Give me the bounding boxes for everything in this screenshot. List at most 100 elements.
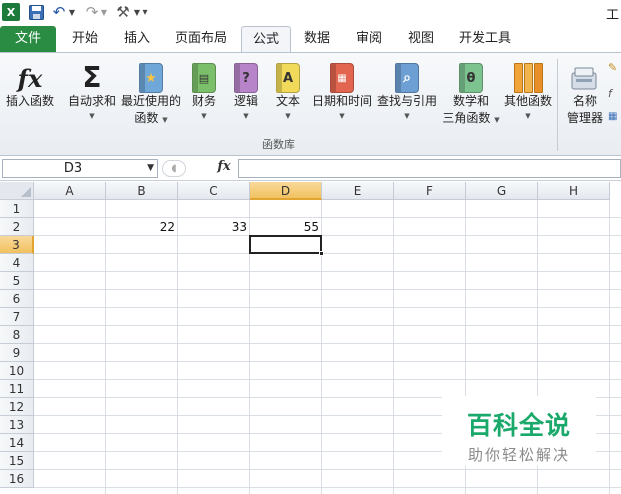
- autosum-button[interactable]: Σ 自动求和 ▼: [64, 57, 120, 122]
- insert-function-button[interactable]: fx 插入函数: [2, 57, 58, 110]
- cell-b2[interactable]: 22: [106, 218, 178, 236]
- chevron-down-icon: ▼: [89, 112, 95, 120]
- row-header-7[interactable]: 7: [0, 308, 34, 326]
- gridline-horizontal: [34, 307, 621, 308]
- tab-view[interactable]: 视图: [396, 26, 446, 52]
- use-in-formula-icon[interactable]: f: [608, 87, 612, 100]
- gridline-horizontal: [34, 487, 621, 488]
- save-icon[interactable]: [28, 3, 44, 21]
- row-header-15[interactable]: 15: [0, 452, 34, 470]
- tools-icon[interactable]: ⚒: [113, 3, 133, 21]
- chevron-down-icon[interactable]: ▼: [147, 163, 154, 173]
- row-header-3[interactable]: 3: [0, 236, 34, 254]
- create-from-selection-icon[interactable]: ▦: [608, 111, 617, 122]
- active-cell-selection[interactable]: [249, 235, 322, 254]
- column-header-e[interactable]: E: [322, 182, 394, 200]
- sigma-icon: Σ: [82, 61, 102, 94]
- group-separator: [557, 59, 558, 151]
- name-manager-icon: [562, 57, 608, 93]
- chevron-down-icon: ▼: [285, 112, 291, 120]
- gridline-vertical: [393, 200, 394, 494]
- gridline-horizontal: [34, 469, 621, 470]
- column-header-g[interactable]: G: [466, 182, 538, 200]
- tab-home[interactable]: 开始: [60, 26, 110, 52]
- gridline-horizontal: [34, 343, 621, 344]
- row-header-6[interactable]: 6: [0, 290, 34, 308]
- formula-bar: D3 ▼ ◖ fx: [0, 157, 621, 181]
- chevron-down-icon: ▼: [525, 112, 531, 120]
- gridline-horizontal: [34, 361, 621, 362]
- watermark-logo: 百科全说 助你轻松解决: [442, 396, 596, 466]
- redo-icon[interactable]: ↷: [83, 3, 101, 21]
- math-book-icon: θ: [459, 63, 483, 93]
- fill-handle[interactable]: [319, 251, 324, 256]
- logic-book-icon: ?: [234, 63, 258, 93]
- name-manager-button[interactable]: 名称 管理器: [562, 57, 608, 127]
- row-header-4[interactable]: 4: [0, 254, 34, 272]
- recently-used-button[interactable]: ★ 最近使用的 函数 ▼: [120, 57, 182, 129]
- quick-access-toolbar: X ↶ ▼ ↷ ▼ ⚒ ▼ ▾ 工: [0, 0, 621, 24]
- row-header-10[interactable]: 10: [0, 362, 34, 380]
- gridline-horizontal: [34, 379, 621, 380]
- column-header-c[interactable]: C: [178, 182, 250, 200]
- tab-insert[interactable]: 插入: [112, 26, 162, 52]
- tab-file[interactable]: 文件: [0, 26, 56, 52]
- define-name-icon[interactable]: ✎: [608, 61, 617, 74]
- finance-book-icon: ▤: [192, 63, 216, 93]
- math-trig-button[interactable]: θ 数学和 三角函数 ▼: [440, 57, 502, 129]
- lookup-book-icon: ⌕: [395, 63, 419, 93]
- row-header-12[interactable]: 12: [0, 398, 34, 416]
- row-header-9[interactable]: 9: [0, 344, 34, 362]
- more-functions-button[interactable]: 其他函数 ▼: [502, 57, 554, 122]
- name-box[interactable]: D3 ▼: [2, 159, 158, 178]
- fx-icon: fx: [17, 64, 43, 93]
- row-header-2[interactable]: 2: [0, 218, 34, 236]
- column-header-a[interactable]: A: [34, 182, 106, 200]
- excel-icon[interactable]: X: [2, 3, 20, 21]
- ribbon-tabs: 文件 开始 插入 页面布局 公式 数据 审阅 视图 开发工具: [0, 24, 621, 53]
- insert-function-fx-button[interactable]: fx: [212, 159, 236, 178]
- window-title: 工: [605, 8, 619, 23]
- row-header-14[interactable]: 14: [0, 434, 34, 452]
- logical-button[interactable]: ? 逻辑 ▼: [228, 57, 264, 122]
- ribbon-formulas: fx 插入函数 Σ 自动求和 ▼ ★ 最近使用的 函数 ▼ ▤ 财务 ▼ ? 逻…: [0, 52, 621, 156]
- tab-review[interactable]: 审阅: [344, 26, 394, 52]
- redo-dropdown-icon[interactable]: ▼: [100, 3, 108, 21]
- gridline-vertical: [609, 200, 610, 494]
- undo-icon[interactable]: ↶: [50, 3, 68, 21]
- column-header-b[interactable]: B: [106, 182, 178, 200]
- financial-button[interactable]: ▤ 财务 ▼: [186, 57, 222, 122]
- datetime-book-icon: ▦: [330, 63, 354, 93]
- customize-toolbar-icon[interactable]: ▾: [140, 3, 150, 21]
- cell-d2[interactable]: 55: [250, 218, 322, 236]
- gridline-vertical: [177, 200, 178, 494]
- lookup-reference-button[interactable]: ⌕ 查找与引用 ▼: [376, 57, 438, 122]
- group-label-function-library: 函数库: [262, 138, 295, 151]
- datetime-button[interactable]: ▦ 日期和时间 ▼: [310, 57, 374, 122]
- undo-dropdown-icon[interactable]: ▼: [68, 3, 76, 21]
- row-header-8[interactable]: 8: [0, 326, 34, 344]
- watermark-title: 百科全说: [466, 411, 571, 440]
- chevron-down-icon: ▼: [404, 112, 410, 120]
- gridline-horizontal: [34, 253, 621, 254]
- formula-bar-cancel-icon[interactable]: ◖: [162, 160, 186, 177]
- select-all-corner[interactable]: [0, 182, 34, 200]
- cell-c2[interactable]: 33: [178, 218, 250, 236]
- column-header-f[interactable]: F: [394, 182, 466, 200]
- text-button[interactable]: A 文本 ▼: [270, 57, 306, 122]
- gridline-vertical: [105, 200, 106, 494]
- gridline-horizontal: [34, 271, 621, 272]
- row-header-13[interactable]: 13: [0, 416, 34, 434]
- tab-developer[interactable]: 开发工具: [449, 26, 521, 52]
- column-header-h[interactable]: H: [538, 182, 610, 200]
- row-header-1[interactable]: 1: [0, 200, 34, 218]
- row-header-16[interactable]: 16: [0, 470, 34, 488]
- tab-page-layout[interactable]: 页面布局: [165, 26, 237, 52]
- row-header-11[interactable]: 11: [0, 380, 34, 398]
- tab-data[interactable]: 数据: [293, 26, 341, 52]
- chevron-down-icon: ▼: [201, 112, 207, 120]
- row-header-5[interactable]: 5: [0, 272, 34, 290]
- tab-formulas[interactable]: 公式: [241, 26, 291, 53]
- formula-input[interactable]: [238, 159, 621, 178]
- column-header-d[interactable]: D: [250, 182, 322, 200]
